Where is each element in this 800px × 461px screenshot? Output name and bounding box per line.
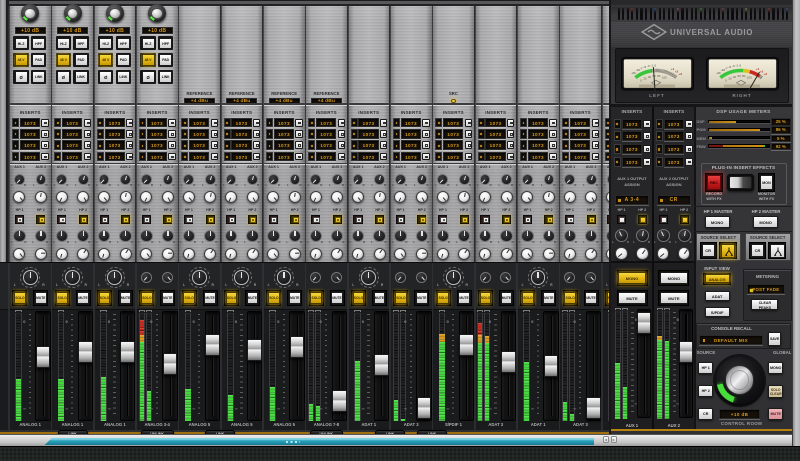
- svg-text:100: 100: [661, 75, 666, 79]
- svg-text:60: 60: [737, 74, 741, 78]
- svg-text:40: 40: [647, 74, 651, 78]
- svg-text:+3: +3: [678, 72, 682, 76]
- svg-text:100: 100: [746, 75, 751, 79]
- svg-text:80: 80: [742, 74, 746, 78]
- svg-text:0: 0: [654, 63, 656, 67]
- svg-text:80: 80: [657, 74, 661, 78]
- svg-text:20: 20: [728, 76, 732, 80]
- svg-text:+3: +3: [763, 72, 767, 76]
- svg-text:20: 20: [643, 76, 647, 80]
- svg-text:-1: -1: [650, 63, 653, 67]
- svg-text:40: 40: [732, 74, 736, 78]
- svg-text:0: 0: [739, 63, 741, 67]
- svg-text:-1: -1: [735, 63, 738, 67]
